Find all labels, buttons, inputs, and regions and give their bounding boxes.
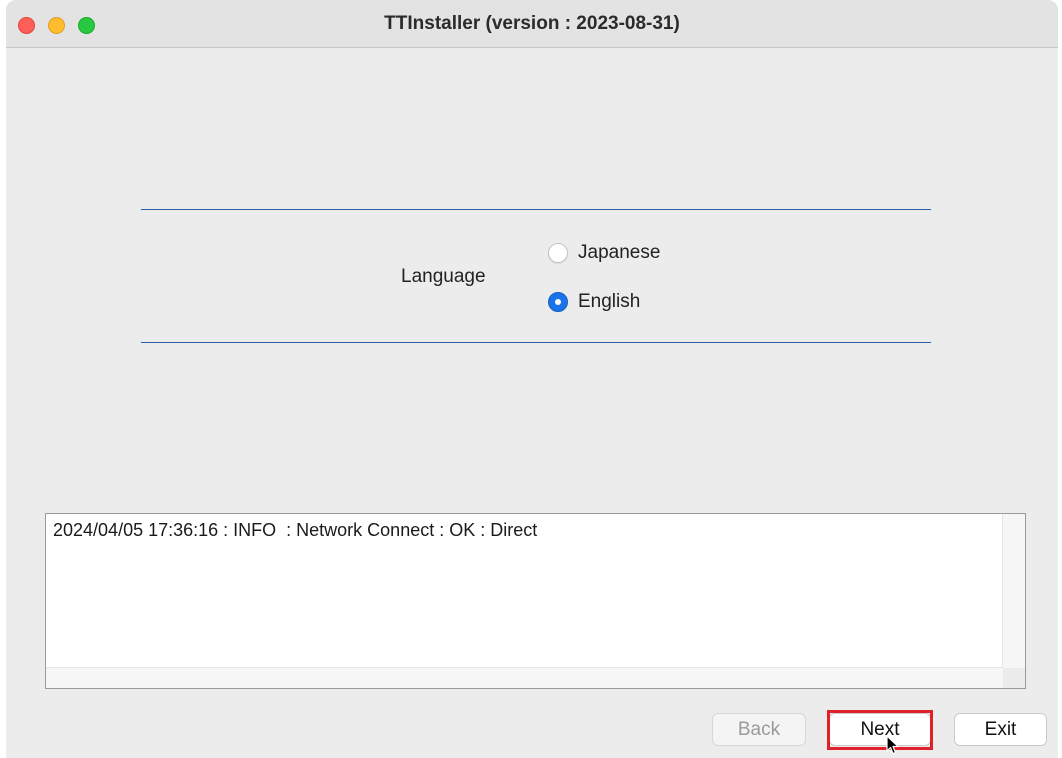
radio-japanese-label[interactable]: Japanese <box>578 242 660 264</box>
separator-top <box>141 209 931 210</box>
radio-selected-icon[interactable] <box>548 292 568 312</box>
exit-button[interactable]: Exit <box>954 713 1047 746</box>
radio-english-label[interactable]: English <box>578 291 640 313</box>
installer-window: TTInstaller (version : 2023-08-31) Langu… <box>6 0 1058 758</box>
vertical-scrollbar[interactable] <box>1002 514 1025 669</box>
log-line: 2024/04/05 17:36:16 : INFO : Network Con… <box>53 520 538 540</box>
radio-japanese[interactable]: Japanese <box>548 241 660 265</box>
radio-english[interactable]: English <box>548 290 640 314</box>
separator-bottom <box>141 342 931 343</box>
radio-unselected-icon[interactable] <box>548 243 568 263</box>
next-button[interactable]: Next <box>829 713 931 746</box>
language-label: Language <box>401 266 486 287</box>
log-area[interactable]: 2024/04/05 17:36:16 : INFO : Network Con… <box>45 513 1026 689</box>
back-button[interactable]: Back <box>712 713 806 746</box>
horizontal-scrollbar[interactable] <box>46 667 1003 688</box>
window-title: TTInstaller (version : 2023-08-31) <box>384 13 680 34</box>
title-bar[interactable]: TTInstaller (version : 2023-08-31) <box>6 0 1058 48</box>
scrollbar-corner <box>1003 668 1025 688</box>
